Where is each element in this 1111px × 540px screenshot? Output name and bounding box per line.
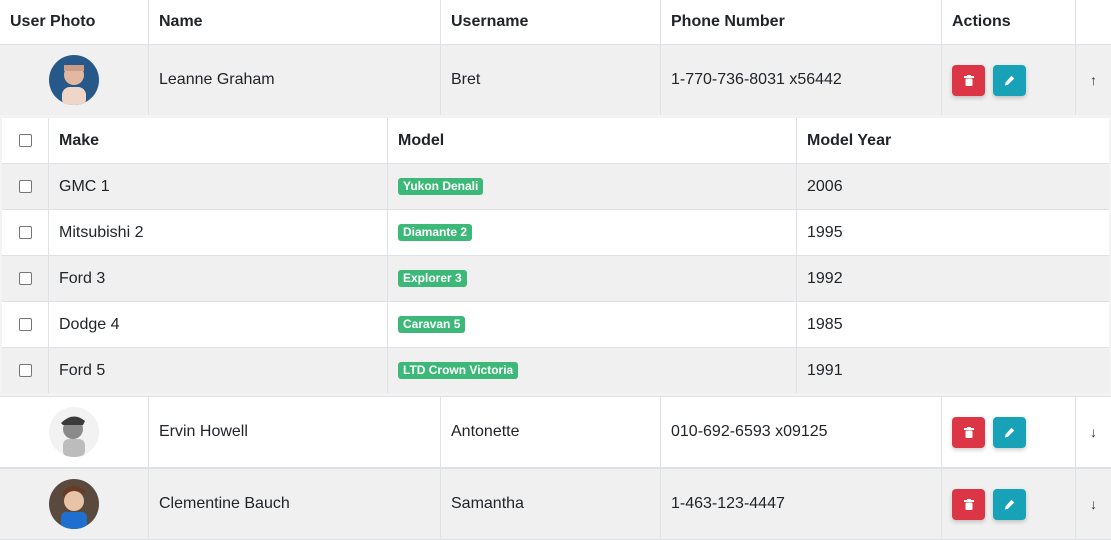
collapse-toggle[interactable]: ↑ [1076, 45, 1111, 115]
user-photo-cell [0, 469, 149, 539]
row-checkbox[interactable] [18, 272, 32, 285]
column-header-photo[interactable]: User Photo [0, 0, 149, 44]
user-username: Bret [441, 45, 661, 115]
vehicle-make: Mitsubishi 2 [49, 210, 388, 255]
row-checkbox[interactable] [18, 226, 32, 239]
row-checkbox-cell [2, 210, 49, 255]
user-name: Ervin Howell [149, 397, 441, 467]
edit-button[interactable] [993, 416, 1026, 448]
users-table: User Photo Name Username Phone Number Ac… [0, 0, 1111, 540]
model-badge: Yukon Denali [398, 178, 484, 195]
vehicle-year: 1985 [807, 315, 843, 333]
delete-button[interactable] [952, 64, 985, 96]
row-checkbox-cell [2, 164, 49, 209]
table-row[interactable]: GMC 1 Yukon Denali 2006 [2, 163, 1109, 209]
row-checkbox[interactable] [18, 318, 32, 331]
model-badge: LTD Crown Victoria [398, 362, 519, 379]
avatar [49, 407, 99, 457]
user-phone: 1-770-736-8031 x56442 [661, 45, 942, 115]
vehicle-model-cell: Explorer 3 [388, 256, 797, 301]
vehicle-make: GMC 1 [49, 164, 388, 209]
pencil-icon [1005, 427, 1015, 437]
vehicle-make: Ford 5 [49, 348, 388, 393]
vehicle-model-cell: Yukon Denali [388, 164, 797, 209]
vehicle-year: 2006 [807, 177, 843, 195]
column-header-model-year[interactable]: Model Year [797, 118, 1109, 163]
delete-button[interactable] [952, 416, 985, 448]
model-badge: Diamante 2 [398, 224, 473, 241]
expand-toggle[interactable]: ↓ [1076, 469, 1111, 539]
column-header-username[interactable]: Username [441, 0, 661, 44]
column-header-expand [1076, 0, 1111, 44]
user-name: Leanne Graham [149, 45, 441, 115]
model-badge: Explorer 3 [398, 270, 467, 287]
row-checkbox-cell [2, 302, 49, 347]
actions-cell [942, 469, 1076, 539]
vehicle-model-cell: LTD Crown Victoria [388, 348, 797, 393]
vehicle-year: 1991 [807, 361, 843, 379]
vehicle-year: 1995 [807, 223, 843, 241]
arrow-down-icon: ↓ [1090, 496, 1097, 512]
table-row[interactable]: Leanne Graham Bret 1-770-736-8031 x56442… [0, 45, 1111, 115]
vehicle-model-cell: Diamante 2 [388, 210, 797, 255]
column-header-model[interactable]: Model [388, 118, 797, 163]
user-username: Antonette [441, 397, 661, 467]
column-header-actions: Actions [942, 0, 1076, 44]
select-all-checkbox-cell [2, 118, 49, 163]
vehicle-year: 1992 [807, 269, 843, 287]
table-row[interactable]: Ford 5 LTD Crown Victoria 1991 [2, 347, 1109, 393]
detail-panel: Make Model Model Year GMC 1 Yukon Denali… [0, 115, 1111, 397]
delete-button[interactable] [952, 488, 985, 520]
arrow-down-icon: ↓ [1090, 424, 1097, 440]
table-row[interactable]: Ford 3 Explorer 3 1992 [2, 255, 1109, 301]
vehicles-table: Make Model Model Year GMC 1 Yukon Denali… [2, 118, 1109, 393]
actions-cell [942, 397, 1076, 467]
column-header-phone[interactable]: Phone Number [661, 0, 942, 44]
row-checkbox-cell [2, 348, 49, 393]
trash-icon [963, 426, 974, 438]
user-photo-cell [0, 397, 149, 467]
row-checkbox[interactable] [18, 364, 32, 377]
select-all-checkbox[interactable] [18, 134, 32, 147]
table-row[interactable]: Clementine Bauch Samantha 1-463-123-4447… [0, 468, 1111, 540]
expand-toggle[interactable]: ↓ [1076, 397, 1111, 467]
user-username: Samantha [441, 469, 661, 539]
user-photo-cell [0, 45, 149, 115]
user-name: Clementine Bauch [149, 469, 441, 539]
trash-icon [963, 498, 974, 510]
column-header-make[interactable]: Make [49, 118, 388, 163]
pencil-icon [1005, 75, 1015, 85]
nested-table-header: Make Model Model Year [2, 118, 1109, 163]
trash-icon [963, 74, 974, 86]
user-phone: 010-692-6593 x09125 [661, 397, 942, 467]
table-header: User Photo Name Username Phone Number Ac… [0, 0, 1111, 45]
column-header-name[interactable]: Name [149, 0, 441, 44]
edit-button[interactable] [993, 64, 1026, 96]
model-badge: Caravan 5 [398, 316, 466, 333]
table-row[interactable]: Ervin Howell Antonette 010-692-6593 x091… [0, 397, 1111, 468]
row-checkbox-cell [2, 256, 49, 301]
row-checkbox[interactable] [18, 180, 32, 193]
vehicle-make: Ford 3 [49, 256, 388, 301]
avatar [49, 55, 99, 105]
pencil-icon [1005, 499, 1015, 509]
vehicle-make: Dodge 4 [49, 302, 388, 347]
user-phone: 1-463-123-4447 [661, 469, 942, 539]
vehicle-model-cell: Caravan 5 [388, 302, 797, 347]
edit-button[interactable] [993, 488, 1026, 520]
avatar [49, 479, 99, 529]
actions-cell [942, 45, 1076, 115]
table-row[interactable]: Mitsubishi 2 Diamante 2 1995 [2, 209, 1109, 255]
table-row[interactable]: Dodge 4 Caravan 5 1985 [2, 301, 1109, 347]
arrow-up-icon: ↑ [1090, 72, 1097, 88]
